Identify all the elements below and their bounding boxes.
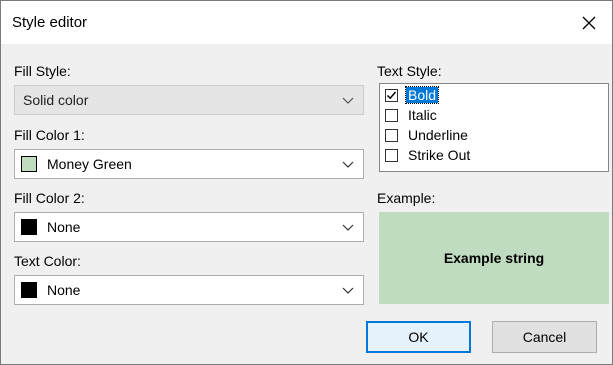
checkbox[interactable]	[385, 129, 398, 142]
fill-color-2-select[interactable]: None	[14, 212, 364, 242]
style-editor-dialog: Style editor Fill Style: Solid color Fil…	[0, 0, 613, 365]
fill-color-2-value: None	[47, 219, 81, 235]
text-style-list: Bold Italic Underline Strike Out	[379, 83, 609, 172]
text-style-label: Text Style:	[377, 63, 442, 79]
list-item-label: Italic	[408, 107, 437, 123]
chevron-down-icon	[342, 287, 354, 294]
text-color-value: None	[47, 282, 81, 298]
checkbox[interactable]	[385, 109, 398, 122]
checkmark-icon	[386, 91, 397, 100]
close-button[interactable]	[566, 1, 612, 44]
text-color-label: Text Color:	[14, 253, 81, 269]
close-icon	[582, 16, 596, 29]
chevron-down-icon	[342, 161, 354, 168]
window-title: Style editor	[12, 14, 88, 31]
fill-style-value: Solid color	[23, 92, 89, 108]
color-swatch	[21, 219, 37, 235]
checkbox[interactable]	[385, 89, 398, 102]
fill-color-1-value: Money Green	[47, 156, 132, 172]
ok-button[interactable]: OK	[366, 321, 471, 353]
fill-color-1-label: Fill Color 1:	[14, 127, 85, 143]
cancel-button[interactable]: Cancel	[492, 321, 597, 353]
list-item-label: Strike Out	[408, 147, 471, 163]
example-text: Example string	[443, 250, 545, 266]
text-color-select[interactable]: None	[14, 275, 364, 305]
fill-style-label: Fill Style:	[14, 63, 71, 79]
fill-color-2-label: Fill Color 2:	[14, 190, 85, 206]
example-label: Example:	[377, 190, 436, 206]
color-swatch	[21, 156, 37, 172]
checkbox[interactable]	[385, 149, 398, 162]
example-preview: Example string	[379, 212, 609, 304]
chevron-down-icon	[342, 224, 354, 231]
fill-color-1-select[interactable]: Money Green	[14, 149, 364, 179]
chevron-down-icon	[342, 97, 354, 104]
list-item-label: Underline	[408, 127, 468, 143]
fill-style-select[interactable]: Solid color	[14, 85, 364, 115]
list-item[interactable]: Bold	[383, 86, 607, 106]
color-swatch	[21, 282, 37, 298]
list-item[interactable]: Italic	[383, 106, 607, 126]
list-item[interactable]: Strike Out	[383, 146, 607, 166]
list-item[interactable]: Underline	[383, 126, 607, 146]
title-bar: Style editor	[1, 1, 612, 44]
list-item-label: Bold	[404, 86, 440, 104]
